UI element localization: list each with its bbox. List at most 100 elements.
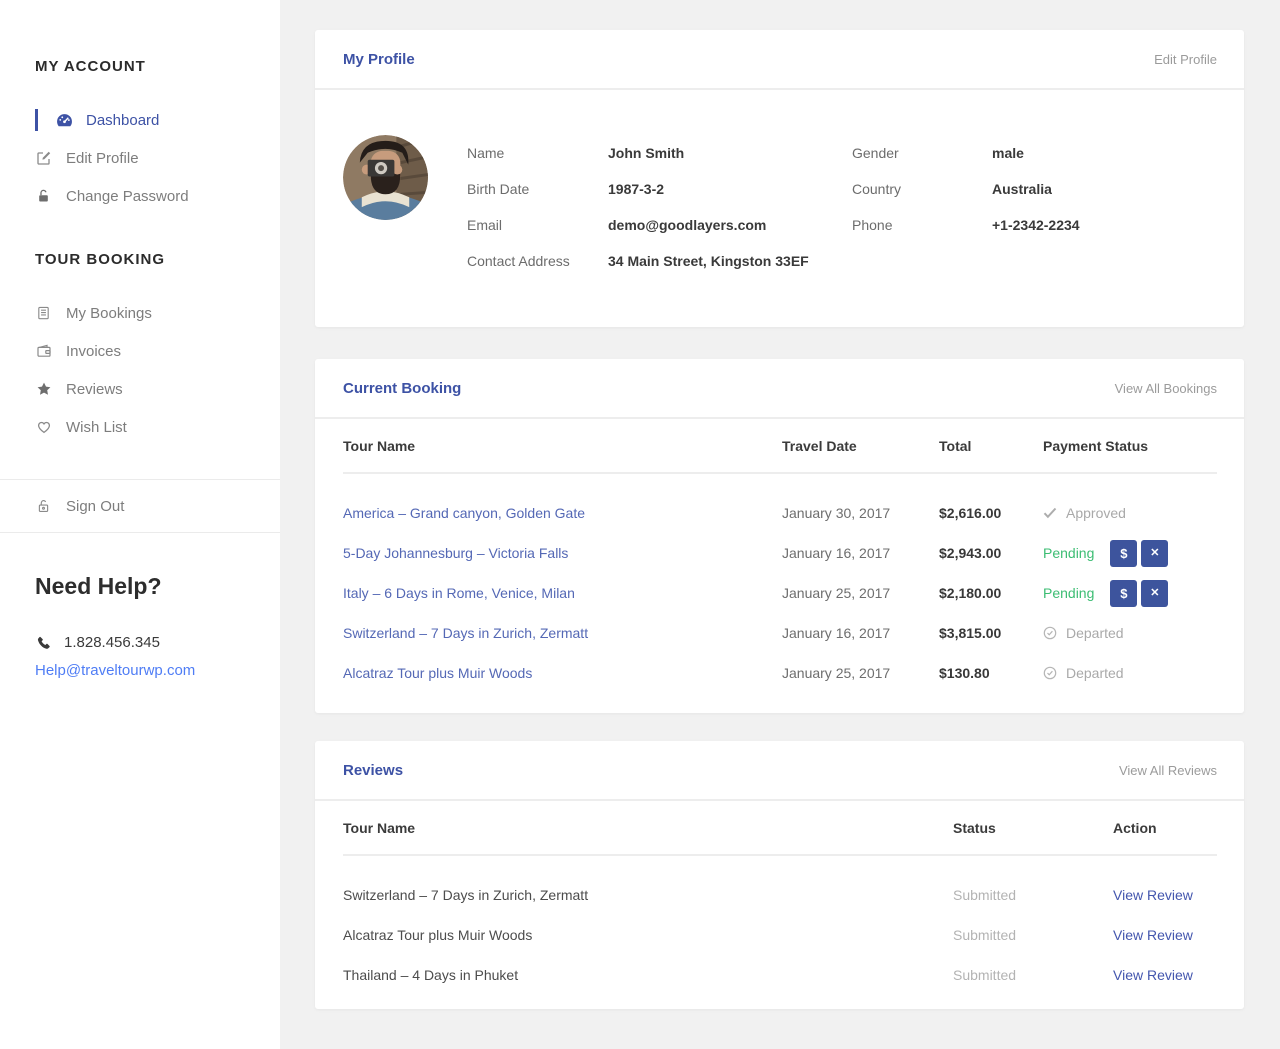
- sidebar-divider: [0, 532, 280, 533]
- booking-row: Switzerland – 7 Days in Zurich, Zermatt …: [343, 613, 1217, 653]
- field-value: John Smith: [608, 145, 684, 161]
- booking-total: $130.80: [939, 665, 1043, 681]
- payment-actions: $ ✕: [1110, 540, 1168, 567]
- payment-status-text: Pending: [1043, 585, 1094, 601]
- view-all-bookings-link[interactable]: View All Bookings: [1115, 381, 1217, 396]
- profile-field: Name John Smith: [467, 135, 852, 171]
- view-review-link[interactable]: View Review: [1113, 927, 1193, 943]
- column-header-travel-date: Travel Date: [782, 438, 939, 454]
- approved-check-icon: [1043, 507, 1057, 519]
- booking-travel-date: January 25, 2017: [782, 585, 939, 601]
- wallet-icon: [36, 343, 66, 359]
- booking-tour-link[interactable]: 5-Day Johannesburg – Victoria Falls: [343, 545, 568, 561]
- column-header-status: Status: [953, 820, 1113, 836]
- sidebar-item-label: Dashboard: [86, 112, 159, 129]
- departed-circle-check-icon: [1043, 626, 1057, 640]
- booking-total: $3,815.00: [939, 625, 1043, 641]
- sidebar-item-label: Change Password: [66, 188, 189, 205]
- view-all-reviews-link[interactable]: View All Reviews: [1119, 763, 1217, 778]
- field-value: 34 Main Street, Kingston 33EF: [608, 253, 809, 269]
- booking-row: America – Grand canyon, Golden Gate Janu…: [343, 493, 1217, 533]
- edit-profile-link[interactable]: Edit Profile: [1154, 52, 1217, 67]
- review-status: Submitted: [953, 927, 1113, 943]
- booking-payment-status: Departed $ ✕: [1043, 665, 1217, 681]
- sidebar-item-dashboard[interactable]: Dashboard: [35, 101, 260, 139]
- reviews-card-title: Reviews: [343, 762, 403, 779]
- profile-field: Country Australia: [852, 171, 1217, 207]
- column-header-tour-name: Tour Name: [343, 820, 953, 836]
- review-status: Submitted: [953, 887, 1113, 903]
- cancel-booking-button[interactable]: ✕: [1141, 540, 1168, 567]
- profile-field: Gender male: [852, 135, 1217, 171]
- phone-icon: [35, 635, 64, 651]
- edit-pencil-icon: [36, 150, 66, 166]
- field-label: Email: [467, 217, 608, 233]
- booking-travel-date: January 16, 2017: [782, 545, 939, 561]
- sidebar-item-sign-out[interactable]: Sign Out: [35, 498, 124, 515]
- sidebar-item-reviews[interactable]: Reviews: [35, 370, 260, 408]
- column-header-action: Action: [1113, 820, 1217, 836]
- booking-total: $2,943.00: [939, 545, 1043, 561]
- cancel-booking-button[interactable]: ✕: [1141, 580, 1168, 607]
- help-email-link[interactable]: Help@traveltourwp.com: [35, 662, 195, 679]
- booking-row: 5-Day Johannesburg – Victoria Falls Janu…: [343, 533, 1217, 573]
- view-review-link[interactable]: View Review: [1113, 967, 1193, 983]
- column-header-total: Total: [939, 438, 1043, 454]
- sidebar-item-edit-profile[interactable]: Edit Profile: [35, 139, 260, 177]
- payment-status-text: Departed: [1066, 625, 1124, 641]
- column-header-tour-name: Tour Name: [343, 438, 782, 454]
- departed-circle-check-icon: [1043, 666, 1057, 680]
- payment-status-text: Pending: [1043, 545, 1094, 561]
- dashboard-gauge-icon: [56, 112, 86, 129]
- lock-icon: [36, 188, 66, 204]
- profile-field: Birth Date 1987-3-2: [467, 171, 852, 207]
- sidebar-item-invoices[interactable]: Invoices: [35, 332, 260, 370]
- sidebar: MY ACCOUNT Dashboard Edit Profile Change…: [0, 0, 280, 1049]
- booking-tour-link[interactable]: Italy – 6 Days in Rome, Venice, Milan: [343, 585, 575, 601]
- sidebar-item-my-bookings[interactable]: My Bookings: [35, 294, 260, 332]
- help-phone-number: 1.828.456.345: [64, 634, 160, 651]
- heart-icon: [36, 419, 66, 435]
- sidebar-item-wish-list[interactable]: Wish List: [35, 408, 260, 446]
- sidebar-item-change-password[interactable]: Change Password: [35, 177, 260, 215]
- profile-field: Email demo@goodlayers.com: [467, 207, 852, 243]
- sidebar-heading-tour-booking: TOUR BOOKING: [35, 251, 260, 268]
- document-list-icon: [36, 305, 66, 321]
- booking-travel-date: January 16, 2017: [782, 625, 939, 641]
- profile-field: Phone +1-2342-2234: [852, 207, 1217, 243]
- reviews-table-header: Tour Name Status Action: [343, 801, 1217, 856]
- field-value: +1-2342-2234: [992, 217, 1080, 233]
- sidebar-heading-my-account: MY ACCOUNT: [35, 58, 260, 75]
- sidebar-item-label: Invoices: [66, 343, 121, 360]
- profile-card-title: My Profile: [343, 51, 415, 68]
- reviews-card: Reviews View All Reviews Tour Name Statu…: [315, 741, 1244, 1009]
- field-value: male: [992, 145, 1024, 161]
- booking-row: Alcatraz Tour plus Muir Woods January 25…: [343, 653, 1217, 693]
- review-status: Submitted: [953, 967, 1113, 983]
- booking-travel-date: January 25, 2017: [782, 665, 939, 681]
- field-label: Name: [467, 145, 608, 161]
- star-icon: [36, 381, 66, 397]
- booking-row: Italy – 6 Days in Rome, Venice, Milan Ja…: [343, 573, 1217, 613]
- sidebar-item-label: Edit Profile: [66, 150, 139, 167]
- profile-field: Contact Address 34 Main Street, Kingston…: [467, 243, 852, 279]
- booking-tour-link[interactable]: Switzerland – 7 Days in Zurich, Zermatt: [343, 625, 588, 641]
- booking-tour-link[interactable]: Alcatraz Tour plus Muir Woods: [343, 665, 532, 681]
- profile-fields-right: Gender male Country Australia Phone +1-2…: [852, 135, 1217, 279]
- current-booking-card: Current Booking View All Bookings Tour N…: [315, 359, 1244, 713]
- field-value: demo@goodlayers.com: [608, 217, 766, 233]
- sidebar-item-label: Sign Out: [66, 498, 124, 515]
- booking-tour-link[interactable]: America – Grand canyon, Golden Gate: [343, 505, 585, 521]
- review-tour-name: Switzerland – 7 Days in Zurich, Zermatt: [343, 887, 953, 903]
- booking-payment-status: Pending $ ✕: [1043, 540, 1217, 567]
- payment-status-text: Departed: [1066, 665, 1124, 681]
- field-label: Birth Date: [467, 181, 608, 197]
- field-label: Phone: [852, 217, 992, 233]
- review-row: Switzerland – 7 Days in Zurich, Zermatt …: [343, 875, 1217, 915]
- pay-button[interactable]: $: [1110, 580, 1137, 607]
- view-review-link[interactable]: View Review: [1113, 887, 1193, 903]
- booking-payment-status: Approved $ ✕: [1043, 505, 1217, 521]
- payment-actions: $ ✕: [1110, 580, 1168, 607]
- booking-travel-date: January 30, 2017: [782, 505, 939, 521]
- pay-button[interactable]: $: [1110, 540, 1137, 567]
